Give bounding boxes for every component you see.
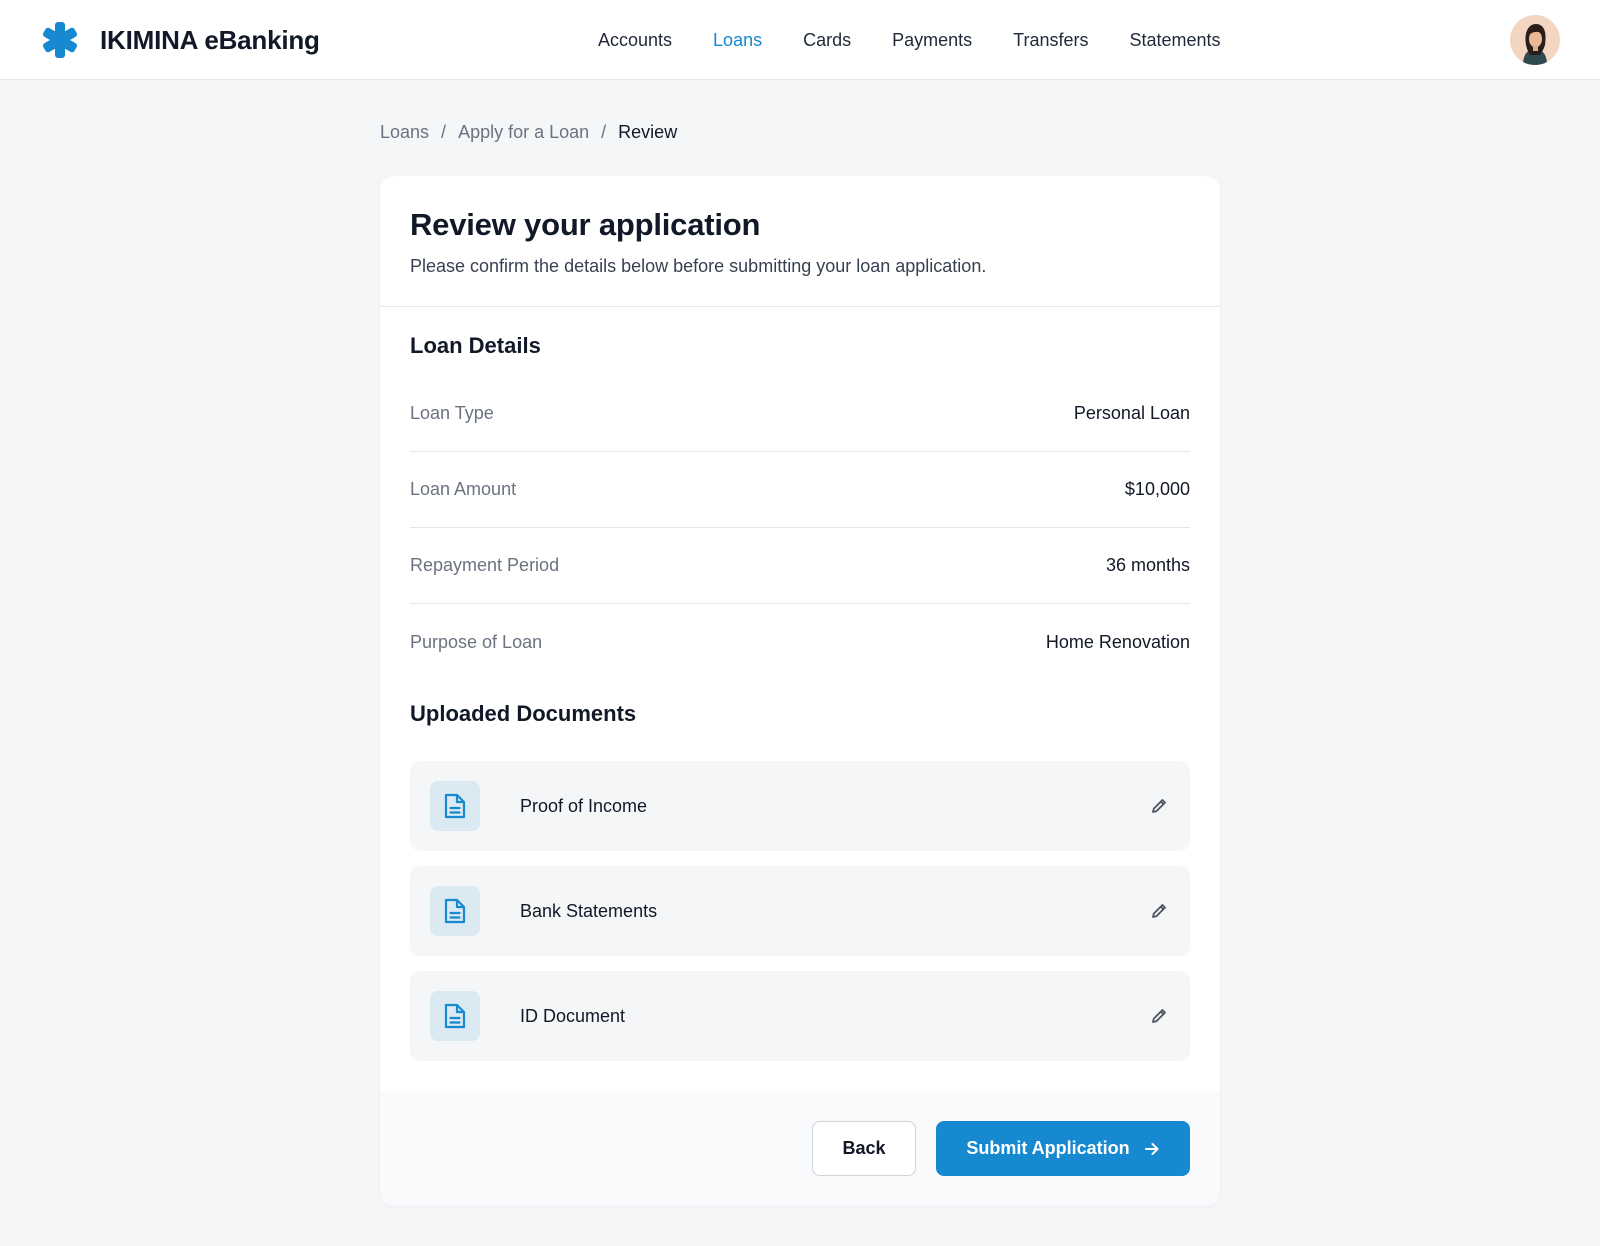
top-navigation-bar: IKIMINA eBanking Accounts Loans Cards Pa…	[0, 0, 1600, 80]
nav-item-accounts[interactable]: Accounts	[598, 30, 672, 51]
document-item-id-document: ID Document	[410, 971, 1190, 1061]
document-icon	[430, 886, 480, 936]
page-title: Review your application	[410, 207, 761, 242]
detail-row-repayment-period: Repayment Period 36 months	[410, 528, 1190, 604]
breadcrumb-current: Review	[618, 122, 678, 142]
review-card: Review your application Please confirm t…	[380, 176, 1220, 1206]
nav-item-cards[interactable]: Cards	[803, 30, 851, 51]
nav-item-loans[interactable]: Loans	[713, 30, 762, 51]
document-name: Proof of Income	[520, 795, 648, 816]
document-name: Bank Statements	[520, 900, 658, 921]
detail-value: $10,000	[1124, 479, 1190, 499]
document-name: ID Document	[520, 1005, 626, 1026]
document-icon	[430, 991, 480, 1041]
brand[interactable]: IKIMINA eBanking	[40, 20, 320, 60]
card-header: Review your application Please confirm t…	[380, 176, 1220, 307]
breadcrumb-loans[interactable]: Loans	[380, 122, 429, 143]
document-item-proof-of-income: Proof of Income	[410, 761, 1190, 851]
detail-label: Purpose of Loan	[410, 631, 543, 652]
detail-label: Repayment Period	[410, 555, 560, 575]
detail-label: Loan Type	[410, 403, 494, 423]
main-nav: Accounts Loans Cards Payments Transfers …	[598, 0, 1221, 80]
detail-row-purpose: Purpose of Loan Home Renovation	[410, 604, 1190, 680]
app-name: IKIMINA eBanking	[100, 24, 320, 55]
detail-row-loan-type: Loan Type Personal Loan	[410, 376, 1190, 452]
page-subtitle: Please confirm the details below before …	[410, 256, 987, 276]
nav-item-payments[interactable]: Payments	[892, 30, 972, 51]
detail-value: 36 months	[1105, 555, 1190, 575]
user-avatar[interactable]	[1510, 15, 1560, 65]
detail-value: Home Renovation	[1045, 631, 1190, 652]
uploaded-documents-heading: Uploaded Documents	[410, 701, 637, 726]
pencil-edit-icon[interactable]	[1148, 795, 1170, 817]
nav-item-statements[interactable]: Statements	[1130, 30, 1221, 51]
card-footer: Back Submit Application	[380, 1091, 1220, 1206]
breadcrumb-separator: /	[601, 122, 607, 142]
submit-button-label: Submit Application	[966, 1138, 1130, 1158]
submit-application-button[interactable]: Submit Application	[936, 1121, 1190, 1176]
detail-value: Personal Loan	[1073, 403, 1190, 423]
loan-details-heading: Loan Details	[410, 333, 541, 358]
pencil-edit-icon[interactable]	[1148, 900, 1170, 922]
breadcrumb-separator: /	[441, 122, 447, 142]
detail-label: Loan Amount	[410, 479, 517, 499]
back-button[interactable]: Back	[812, 1121, 916, 1176]
avatar-portrait-icon	[1510, 15, 1560, 65]
asterisk-logo-icon	[43, 22, 77, 58]
document-item-bank-statements: Bank Statements	[410, 866, 1190, 956]
pencil-edit-icon[interactable]	[1148, 1005, 1170, 1027]
nav-item-transfers[interactable]: Transfers	[1013, 30, 1088, 51]
breadcrumb: Loans / Apply for a Loan / Review	[380, 122, 677, 143]
arrow-right-icon	[1144, 1141, 1160, 1157]
breadcrumb-apply-for-loan[interactable]: Apply for a Loan	[458, 122, 589, 143]
document-icon	[430, 781, 480, 831]
detail-row-loan-amount: Loan Amount $10,000	[410, 452, 1190, 528]
